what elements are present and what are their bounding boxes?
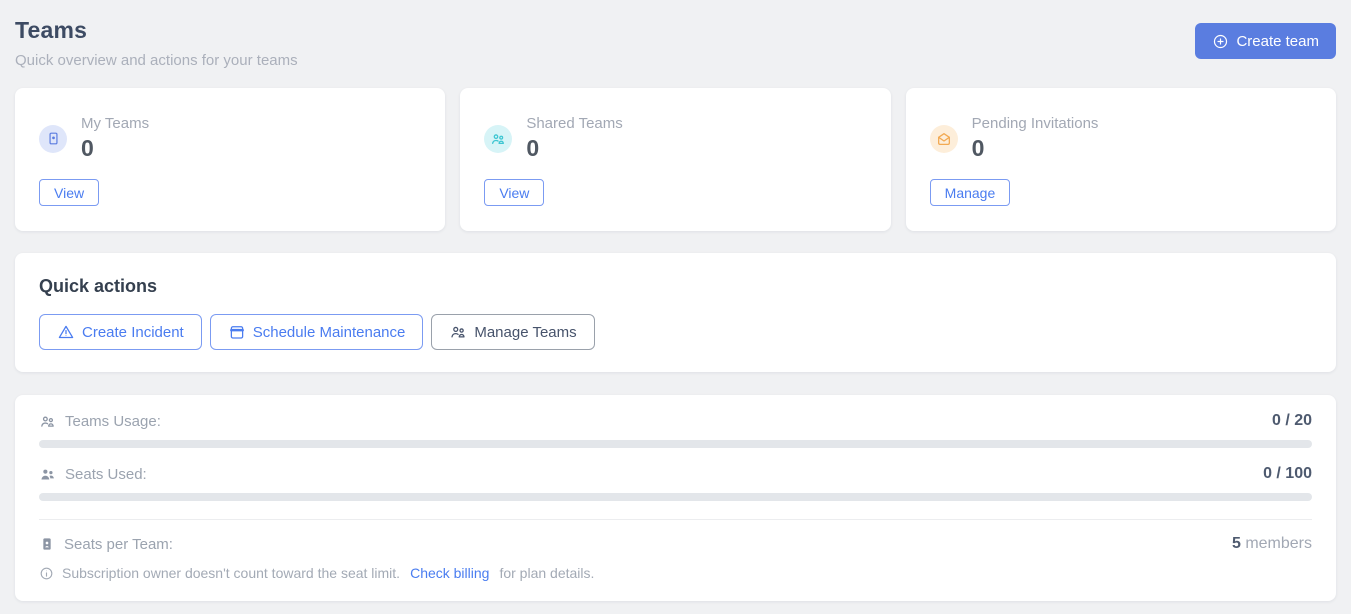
seats-per-team-number: 5 (1232, 535, 1241, 552)
card-my-teams: My Teams 0 View (15, 88, 445, 231)
warning-triangle-icon (57, 323, 75, 341)
header-text: Teams Quick overview and actions for you… (15, 17, 298, 69)
seats-per-team-label: Seats per Team: (64, 536, 173, 553)
id-badge-icon (39, 125, 67, 153)
seats-used-value: 0 / 100 (1263, 465, 1312, 483)
create-incident-label: Create Incident (82, 324, 184, 341)
teams-usage-value: 0 / 20 (1272, 412, 1312, 430)
seats-per-team-unit: members (1241, 535, 1312, 552)
users-icon (484, 125, 512, 153)
teams-usage-label: Teams Usage: (65, 413, 161, 430)
usage-divider (39, 519, 1312, 520)
manage-teams-button[interactable]: Manage Teams (431, 314, 594, 350)
card-value: 0 (972, 135, 1099, 162)
teams-page: Teams Quick overview and actions for you… (0, 0, 1351, 601)
view-shared-teams-button[interactable]: View (484, 179, 544, 206)
seats-per-team-row: Seats per Team: 5 members (39, 535, 1312, 553)
page-header: Teams Quick overview and actions for you… (15, 0, 1336, 88)
schedule-maintenance-label: Schedule Maintenance (253, 324, 406, 341)
seats-used-label: Seats Used: (65, 466, 147, 483)
note-suffix: for plan details. (499, 565, 594, 581)
page-subtitle: Quick overview and actions for your team… (15, 52, 298, 69)
teams-usage-progressbar (39, 440, 1312, 448)
card-pending-invitations: Pending Invitations 0 Manage (906, 88, 1336, 231)
envelope-icon (930, 125, 958, 153)
usage-panel: Teams Usage: 0 / 20 Seats Used: 0 / 100 (15, 395, 1336, 601)
users-filled-icon (39, 466, 56, 483)
manage-teams-label: Manage Teams (474, 324, 576, 341)
create-team-label: Create team (1236, 33, 1319, 50)
calendar-icon (228, 323, 246, 341)
check-billing-link[interactable]: Check billing (410, 565, 489, 581)
seat-limit-note: Subscription owner doesn't count toward … (39, 565, 1312, 581)
quick-actions-title: Quick actions (39, 276, 1312, 297)
card-label: My Teams (81, 115, 149, 132)
users-icon (449, 323, 467, 341)
card-value: 0 (526, 135, 622, 162)
quick-actions-panel: Quick actions Create Incident (15, 253, 1336, 372)
note-text: Subscription owner doesn't count toward … (62, 565, 400, 581)
id-badge-filled-icon (39, 536, 55, 552)
plus-circle-icon (1212, 33, 1229, 50)
manage-invitations-button[interactable]: Manage (930, 179, 1011, 206)
info-circle-icon (39, 566, 54, 581)
card-label: Pending Invitations (972, 115, 1099, 132)
create-incident-button[interactable]: Create Incident (39, 314, 202, 350)
schedule-maintenance-button[interactable]: Schedule Maintenance (210, 314, 424, 350)
seats-per-team-value: 5 members (1232, 535, 1312, 553)
seats-used-row: Seats Used: 0 / 100 (39, 465, 1312, 483)
card-shared-teams: Shared Teams 0 View (460, 88, 890, 231)
create-team-button[interactable]: Create team (1195, 23, 1336, 59)
teams-usage-row: Teams Usage: 0 / 20 (39, 412, 1312, 430)
seats-used-progressbar (39, 493, 1312, 501)
view-my-teams-button[interactable]: View (39, 179, 99, 206)
card-label: Shared Teams (526, 115, 622, 132)
stats-cards-row: My Teams 0 View Shared Teams (15, 88, 1336, 231)
card-value: 0 (81, 135, 149, 162)
page-title: Teams (15, 17, 298, 44)
users-outline-icon (39, 413, 56, 430)
